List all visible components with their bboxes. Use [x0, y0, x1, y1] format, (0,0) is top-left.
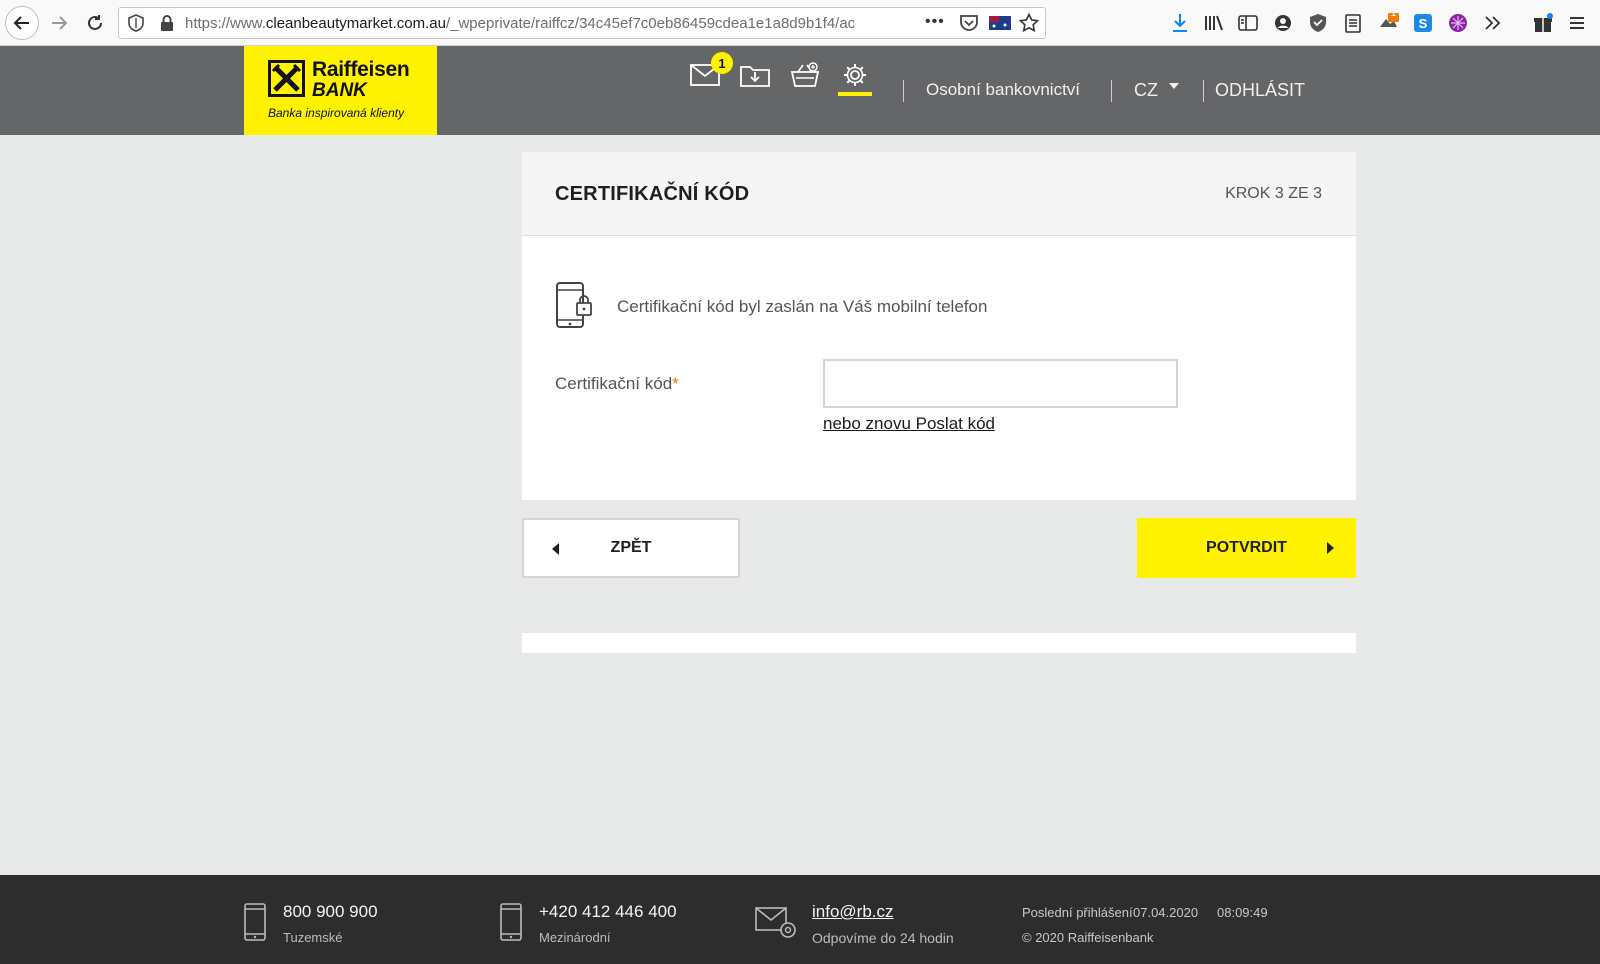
header-divider: [903, 80, 904, 102]
info-message: Certifikační kód byl zaslán na Váš mobil…: [617, 297, 988, 316]
lock-icon[interactable]: [159, 14, 175, 37]
phone-icon: [244, 903, 266, 946]
certification-code-input[interactable]: [823, 359, 1178, 408]
personal-banking-link[interactable]: Osobní bankovnictví: [926, 80, 1080, 100]
footer: 800 900 900 Tuzemské +420 412 446 400 Me…: [0, 875, 1600, 964]
back-icon[interactable]: [5, 6, 39, 40]
email-link[interactable]: info@rb.cz: [812, 902, 894, 922]
browser-toolbar: https://www.cleanbeautymarket.com.au/_wp…: [0, 0, 1600, 46]
settings-gear-icon[interactable]: [838, 60, 872, 90]
hamburger-menu-icon[interactable]: [1565, 11, 1589, 35]
brand-name: Raiffeisen: [312, 58, 410, 81]
phone-international[interactable]: +420 412 446 400: [539, 902, 677, 922]
svg-text:S: S: [1419, 16, 1428, 31]
extension-badge-icon[interactable]: 1: [1376, 8, 1400, 35]
extension-badge-count: 1: [1391, 8, 1397, 18]
raiffeisen-logo[interactable]: Raiffeisen BANK Banka inspirovaná klient…: [244, 46, 437, 135]
download-icon[interactable]: [1168, 11, 1192, 35]
phone-icon: [500, 903, 522, 946]
step-indicator: KROK 3 ZE 3: [1225, 185, 1322, 202]
last-login-label: Poslední přihlášení: [1022, 905, 1133, 920]
sidebar-icon[interactable]: [1236, 11, 1260, 35]
reload-icon[interactable]: [78, 6, 112, 40]
purple-extension-icon[interactable]: [1446, 11, 1470, 35]
resend-code-link[interactable]: nebo znovu Poslat kód: [823, 414, 995, 434]
account-icon[interactable]: [1271, 11, 1295, 35]
shield-extension-icon[interactable]: [1306, 11, 1330, 35]
back-button-label: ZPĚT: [610, 539, 652, 556]
pocket-icon[interactable]: [959, 14, 979, 37]
overflow-chevron-icon[interactable]: [1481, 11, 1505, 35]
url-bar[interactable]: https://www.cleanbeautymarket.com.au/_wp…: [118, 7, 1046, 39]
certification-form: Certifikační kód byl zaslán na Váš mobil…: [522, 236, 1356, 500]
phone-international-label: Mezinárodní: [539, 930, 611, 945]
active-tab-indicator: [838, 92, 872, 96]
page-title: CERTIFIKAČNÍ KÓD: [555, 183, 750, 205]
field-label-text: Certifikační kód: [555, 374, 673, 393]
header-divider: [1111, 80, 1112, 102]
gift-icon[interactable]: [1531, 11, 1555, 35]
url-text[interactable]: https://www.cleanbeautymarket.com.au/_wp…: [185, 15, 945, 32]
s-extension-icon[interactable]: S: [1411, 11, 1435, 35]
arrow-left-icon: [552, 543, 559, 555]
language-selector[interactable]: CZ: [1134, 80, 1158, 101]
library-icon[interactable]: [1202, 11, 1226, 35]
email-response-note: Odpovíme do 24 hodin: [812, 930, 954, 946]
copyright: © 2020 Raiffeisenbank: [1022, 930, 1154, 945]
brand-tagline: Banka inspirovaná klienty: [268, 106, 405, 120]
arrow-right-icon: [1327, 542, 1334, 554]
confirm-button-label: POTVRDIT: [1206, 539, 1287, 556]
bookmark-star-icon[interactable]: [1018, 12, 1040, 38]
forward-icon[interactable]: [42, 6, 76, 40]
certification-code-label: Certifikační kód*: [555, 374, 679, 394]
required-mark: *: [672, 374, 679, 393]
notes-icon[interactable]: [1341, 11, 1365, 35]
chevron-down-icon[interactable]: [1169, 83, 1179, 89]
raiffeisen-mark-icon: [268, 60, 305, 97]
brand-bank: BANK: [312, 80, 367, 101]
messages-badge: 1: [711, 52, 733, 74]
page-actions-icon[interactable]: •••: [925, 13, 945, 31]
email-at-icon: [755, 907, 797, 944]
header-divider: [1203, 80, 1204, 102]
last-login-time: 08:09:49: [1217, 905, 1268, 920]
content-strip: [522, 633, 1356, 653]
flag-au-icon[interactable]: [989, 16, 1011, 35]
tracking-shield-icon[interactable]: [127, 14, 145, 37]
confirm-button[interactable]: POTVRDIT: [1137, 518, 1356, 578]
phone-domestic-label: Tuzemské: [283, 930, 343, 945]
card-header: CERTIFIKAČNÍ KÓD KROK 3 ZE 3: [522, 152, 1356, 236]
last-login-date: 07.04.2020: [1133, 905, 1199, 920]
documents-download-icon[interactable]: [738, 60, 772, 90]
phone-domestic[interactable]: 800 900 900: [283, 902, 378, 922]
shopping-basket-icon[interactable]: [788, 60, 822, 90]
phone-lock-icon: [555, 281, 595, 334]
logout-button[interactable]: ODHLÁSIT: [1215, 80, 1305, 101]
back-button[interactable]: ZPĚT: [522, 518, 740, 578]
